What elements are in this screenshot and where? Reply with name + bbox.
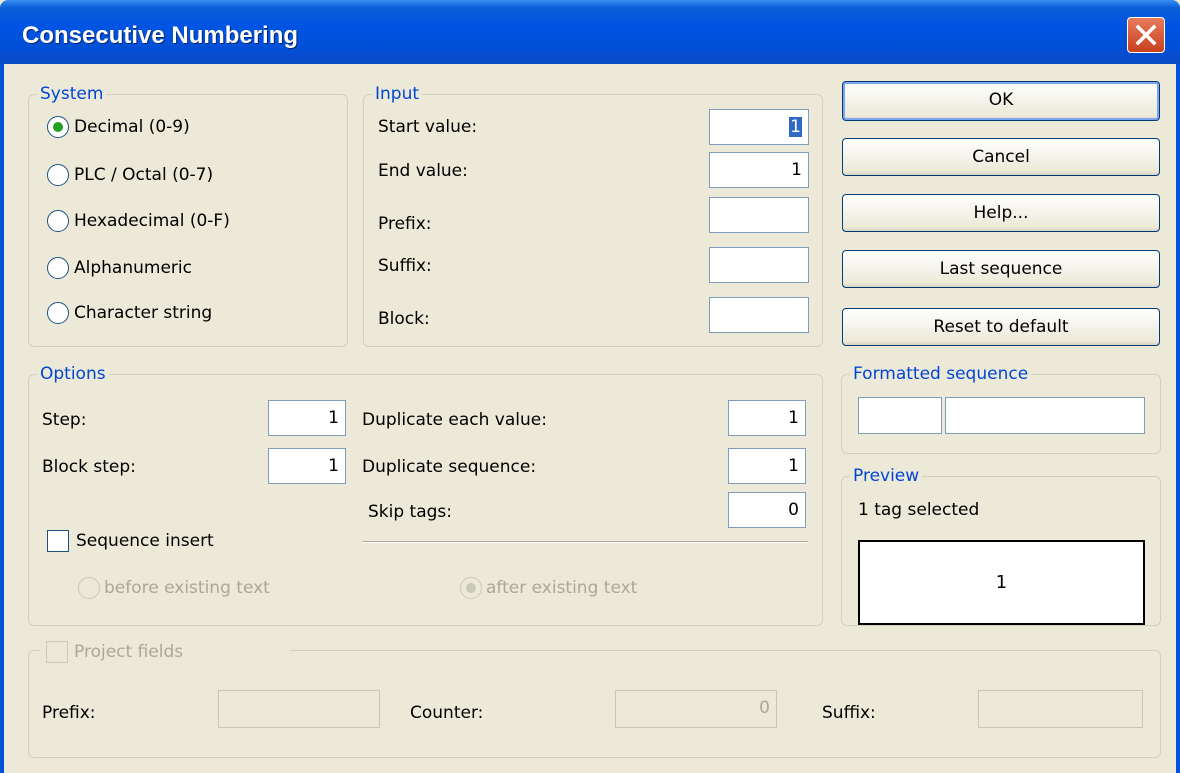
project-fields-label: Project fields — [74, 642, 184, 662]
options-legend: Options — [40, 364, 106, 384]
sequence-insert-label: Sequence insert — [76, 531, 214, 551]
end-value-field[interactable]: 1 — [709, 152, 809, 188]
cancel-button[interactable]: Cancel — [842, 138, 1160, 176]
radio-after-circle[interactable] — [460, 577, 482, 599]
title-bar: Consecutive Numbering — [0, 0, 1180, 64]
help-button[interactable]: Help... — [842, 194, 1160, 232]
system-legend: System — [40, 84, 104, 104]
last-sequence-button[interactable]: Last sequence — [842, 250, 1160, 288]
radio-octal-label: PLC / Octal (0-7) — [74, 165, 214, 185]
project-prefix-label: Prefix: — [42, 703, 96, 723]
radio-decimal-label: Decimal (0-9) — [74, 117, 190, 137]
options-divider — [362, 541, 808, 543]
close-icon — [1135, 24, 1157, 46]
start-value-field[interactable]: 1 — [709, 109, 809, 145]
preview-status-text: 1 tag selected — [858, 500, 980, 520]
skip-tags-label: Skip tags: — [368, 502, 453, 522]
radio-alphanumeric-label: Alphanumeric — [74, 258, 192, 278]
input-legend: Input — [375, 84, 420, 104]
ok-button[interactable]: OK — [842, 81, 1160, 121]
project-suffix-field[interactable] — [978, 690, 1143, 728]
input-prefix-field[interactable] — [709, 197, 809, 233]
start-value-label: Start value: — [378, 117, 478, 137]
end-value-label: End value: — [378, 161, 468, 181]
block-step-label: Block step: — [42, 457, 136, 477]
input-prefix-label: Prefix: — [378, 214, 432, 234]
duplicate-sequence-field[interactable]: 1 — [728, 448, 806, 484]
window-title: Consecutive Numbering — [22, 22, 299, 49]
step-field[interactable]: 1 — [268, 400, 346, 436]
radio-hexadecimal-circle[interactable] — [47, 210, 69, 232]
input-suffix-label: Suffix: — [378, 256, 432, 276]
close-button[interactable] — [1127, 17, 1165, 53]
skip-tags-field[interactable]: 0 — [728, 492, 806, 528]
step-label: Step: — [42, 410, 87, 430]
block-step-field[interactable]: 1 — [268, 448, 346, 484]
block-label: Block: — [378, 309, 430, 329]
radio-alphanumeric-circle[interactable] — [47, 257, 69, 279]
duplicate-each-value-label: Duplicate each value: — [362, 410, 547, 430]
project-suffix-label: Suffix: — [822, 703, 876, 723]
start-value-text: 1 — [789, 117, 802, 137]
reset-to-default-button[interactable]: Reset to default — [842, 308, 1160, 346]
input-suffix-field[interactable] — [709, 247, 809, 283]
radio-character-string-label: Character string — [74, 303, 213, 323]
formatted-sequence-right-field[interactable] — [945, 397, 1145, 434]
radio-character-string-circle[interactable] — [47, 302, 69, 324]
radio-octal-circle[interactable] — [47, 164, 69, 186]
duplicate-each-value-field[interactable]: 1 — [728, 400, 806, 436]
project-fields-checkbox[interactable]: Project fields — [40, 640, 290, 666]
radio-before-circle[interactable] — [78, 577, 100, 599]
radio-before-label: before existing text — [104, 578, 270, 598]
formatted-sequence-legend: Formatted sequence — [853, 364, 1029, 384]
project-counter-label: Counter: — [410, 703, 484, 723]
formatted-sequence-left-field[interactable] — [858, 397, 942, 434]
project-counter-field[interactable]: 0 — [615, 690, 777, 728]
radio-hexadecimal-label: Hexadecimal (0-F) — [74, 211, 230, 231]
preview-value-box: 1 — [858, 540, 1145, 625]
radio-after-label: after existing text — [486, 578, 638, 598]
sequence-insert-box[interactable] — [47, 530, 69, 552]
preview-legend: Preview — [853, 466, 920, 486]
duplicate-sequence-label: Duplicate sequence: — [362, 457, 537, 477]
project-prefix-field[interactable] — [218, 690, 380, 728]
radio-decimal-circle[interactable] — [47, 116, 69, 138]
project-fields-box[interactable] — [46, 641, 68, 663]
block-field[interactable] — [709, 297, 809, 333]
